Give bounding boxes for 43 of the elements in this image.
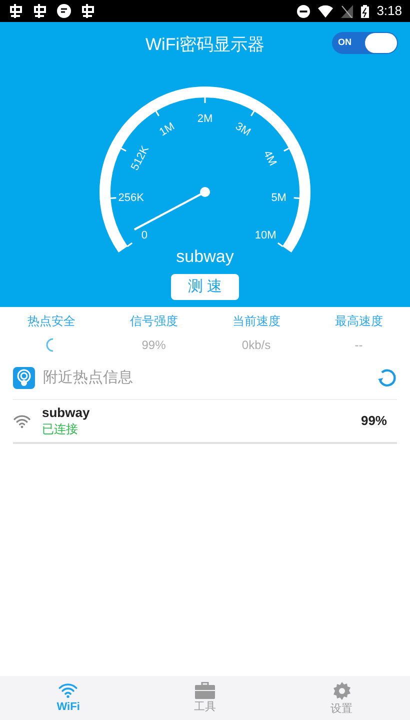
notification-icon <box>8 3 24 19</box>
wifi-icon <box>58 682 78 699</box>
status-time: 3:18 <box>376 2 402 20</box>
network-row[interactable]: subway 已连接 99% <box>13 400 397 444</box>
cell-signal-icon <box>340 4 353 18</box>
network-name: subway <box>42 405 91 421</box>
refresh-icon[interactable] <box>377 368 397 388</box>
stat-label: 最高速度 <box>334 313 383 330</box>
gauge-label: 512K <box>129 144 152 172</box>
speed-test-button[interactable]: 测 速 <box>171 274 239 300</box>
hotspot-icon <box>13 367 35 389</box>
wifi-icon <box>13 414 31 428</box>
tab[interactable]: WiFi <box>0 676 137 720</box>
network-name: subway <box>176 246 234 268</box>
gauge-label: 3M <box>233 120 253 138</box>
gauge-label: 10M <box>254 228 276 241</box>
gauge-label: 1M <box>157 120 177 138</box>
tab[interactable]: 工具 <box>136 676 274 720</box>
on-off-toggle[interactable]: ON <box>332 32 398 54</box>
section-title: 附近热点信息 <box>43 368 134 388</box>
battery-icon <box>360 4 369 18</box>
gauge-label: 4M <box>260 148 279 168</box>
do-not-disturb-icon <box>296 4 310 18</box>
notification-icon <box>56 3 72 19</box>
tab[interactable]: 设置 <box>273 676 410 720</box>
app-title: WiFi密码显示器 <box>146 34 264 56</box>
stat-label: 热点安全 <box>27 313 76 330</box>
stat-label: 当前速度 <box>232 313 280 330</box>
gauge-label: 2M <box>197 112 213 124</box>
stat-label: 信号强度 <box>130 313 178 330</box>
notification-icon <box>32 3 48 19</box>
gauge-label: 0 <box>141 228 148 241</box>
stat-value: -- <box>354 337 363 354</box>
gauge-label: 256K <box>118 191 144 204</box>
settings-icon <box>332 680 352 700</box>
stat-value: 99% <box>142 337 166 354</box>
toolbox-icon <box>194 682 215 699</box>
notification-icon <box>80 3 96 19</box>
connection-status: 已连接 <box>42 421 79 437</box>
gauge-label: 5M <box>271 191 286 204</box>
wifi-signal-icon <box>318 4 333 18</box>
signal-strength: 99% <box>360 412 387 430</box>
stat-value: 0kb/s <box>242 337 271 354</box>
